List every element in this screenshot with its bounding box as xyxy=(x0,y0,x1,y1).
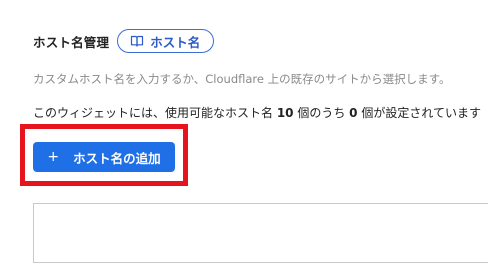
add-hostname-button-label: ホスト名の追加 xyxy=(73,150,161,166)
add-hostname-button[interactable]: + ホスト名の追加 xyxy=(33,142,175,172)
usage-suffix: 個が設定されています xyxy=(357,106,481,120)
hostname-docs-link[interactable]: ホスト名 xyxy=(117,29,215,53)
section-title: ホスト名管理 xyxy=(33,34,110,50)
hostname-usage-text: このウィジェットには、使用可能なホスト名 10 個のうち 0 個が設定されていま… xyxy=(33,104,481,121)
usage-middle: 個のうち xyxy=(293,106,350,120)
plus-icon: + xyxy=(47,149,60,165)
hostname-list-area xyxy=(33,203,488,263)
hostname-management-header: ホスト名管理 ホスト名 xyxy=(33,28,215,54)
book-icon xyxy=(130,34,144,48)
usage-used-count: 0 xyxy=(349,106,358,120)
hostname-description: カスタムホスト名を入力するか、Cloudflare 上の既存のサイトから選択しま… xyxy=(33,72,451,86)
hostname-docs-link-label: ホスト名 xyxy=(150,34,201,50)
usage-max-count: 10 xyxy=(276,106,294,120)
usage-prefix: このウィジェットには、使用可能なホスト名 xyxy=(33,106,277,120)
